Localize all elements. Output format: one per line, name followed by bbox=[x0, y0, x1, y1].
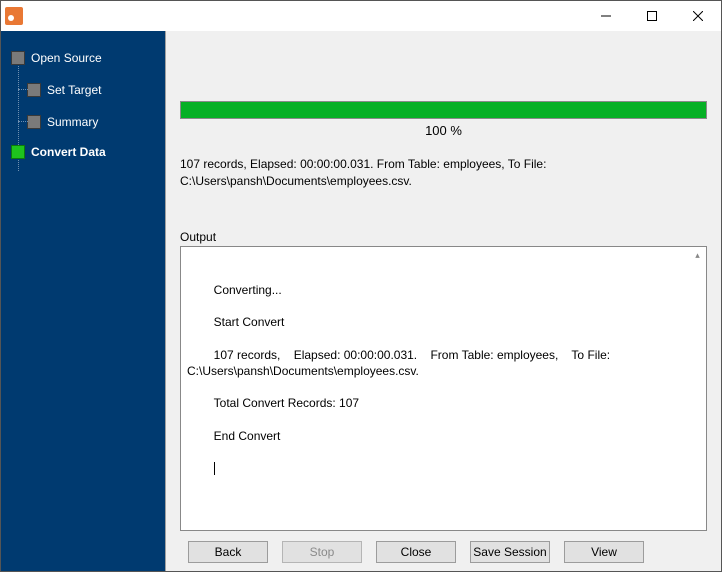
status-line-1: 107 records, Elapsed: 00:00:00.031. From… bbox=[180, 157, 546, 171]
sidebar-item-label: Set Target bbox=[47, 83, 101, 97]
sidebar-item-label: Open Source bbox=[31, 51, 102, 65]
app-window: Open Source Set Target Summary Convert D… bbox=[0, 0, 722, 572]
step-icon bbox=[11, 51, 25, 65]
titlebar bbox=[1, 1, 721, 31]
status-line-2: C:\Users\pansh\Documents\employees.csv. bbox=[180, 174, 412, 188]
progress-fill bbox=[181, 102, 706, 118]
minimize-button[interactable] bbox=[583, 1, 629, 31]
text-cursor bbox=[214, 462, 215, 475]
maximize-button[interactable] bbox=[629, 1, 675, 31]
sidebar-item-label: Summary bbox=[47, 115, 98, 129]
wizard-sidebar: Open Source Set Target Summary Convert D… bbox=[1, 31, 165, 571]
status-text: 107 records, Elapsed: 00:00:00.031. From… bbox=[180, 156, 707, 190]
save-session-button[interactable]: Save Session bbox=[470, 541, 550, 563]
output-line: Total Convert Records: 107 bbox=[214, 396, 359, 410]
main-panel: 100 % 107 records, Elapsed: 00:00:00.031… bbox=[165, 31, 721, 571]
output-textarea[interactable]: ▴ Converting... Start Convert 107 record… bbox=[180, 246, 707, 531]
button-row: Back Stop Close Save Session View bbox=[180, 531, 707, 563]
output-line: Start Convert bbox=[214, 315, 285, 329]
stop-button: Stop bbox=[282, 541, 362, 563]
app-icon bbox=[5, 7, 23, 25]
sidebar-item-summary[interactable]: Summary bbox=[1, 109, 165, 135]
progress-bar bbox=[180, 101, 707, 119]
close-window-button[interactable] bbox=[675, 1, 721, 31]
scroll-up-icon: ▴ bbox=[690, 248, 705, 263]
step-icon bbox=[27, 83, 41, 97]
view-button[interactable]: View bbox=[564, 541, 644, 563]
sidebar-item-open-source[interactable]: Open Source bbox=[1, 45, 165, 71]
sidebar-item-convert-data[interactable]: Convert Data bbox=[1, 139, 165, 165]
sidebar-item-label: Convert Data bbox=[31, 145, 106, 159]
window-controls bbox=[583, 1, 721, 31]
progress-area: 100 % bbox=[180, 41, 707, 138]
close-button[interactable]: Close bbox=[376, 541, 456, 563]
output-line: End Convert bbox=[214, 429, 281, 443]
step-icon-active bbox=[11, 145, 25, 159]
output-line: 107 records, Elapsed: 00:00:00.031. From… bbox=[187, 348, 613, 378]
output-line: Converting... bbox=[214, 283, 282, 297]
output-label: Output bbox=[180, 230, 707, 244]
step-icon bbox=[27, 115, 41, 129]
progress-percent-label: 100 % bbox=[180, 123, 707, 138]
sidebar-item-set-target[interactable]: Set Target bbox=[1, 77, 165, 103]
back-button[interactable]: Back bbox=[188, 541, 268, 563]
